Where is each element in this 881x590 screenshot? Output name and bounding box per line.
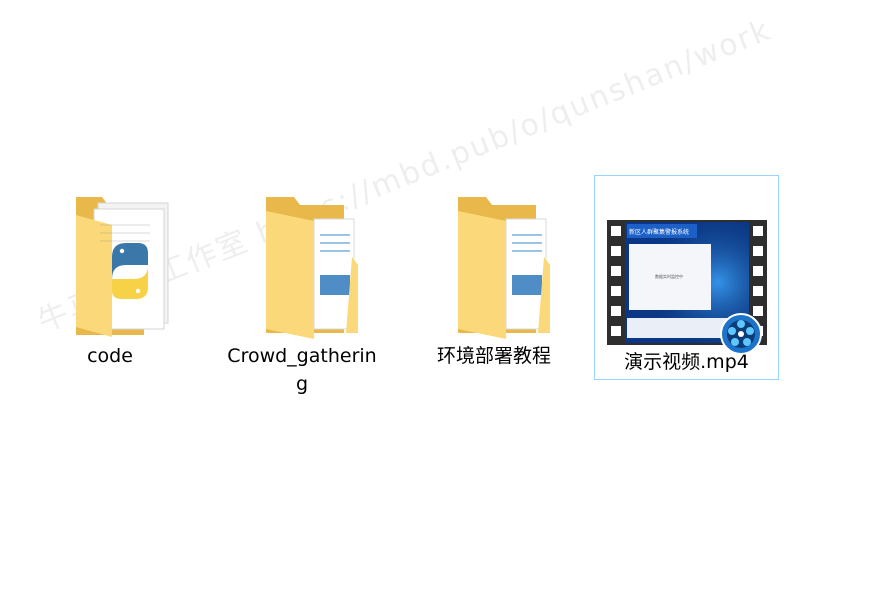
desktop: 牛马视觉工作室 https://mbd.pub/o/qunshan/work c… xyxy=(0,0,881,590)
file-item-code[interactable]: code xyxy=(20,175,200,370)
file-label: code xyxy=(87,345,133,367)
file-item-env-deploy-tutorial[interactable]: 环境部署教程 xyxy=(404,175,584,370)
file-label: Crowd_gathering xyxy=(227,345,377,395)
video-player-badge-icon xyxy=(719,313,762,355)
file-label: 环境部署教程 xyxy=(436,345,551,367)
thumbnail-body: 数据实时监控中 xyxy=(655,273,683,279)
python-folder-icon xyxy=(40,175,180,340)
file-item-crowd-gathering[interactable]: Crowd_gathering xyxy=(212,175,392,398)
file-item-demo-video[interactable]: 新区人群聚集警报系统 数据实时监控中 演示视频.mp4 xyxy=(594,175,779,380)
document-folder-icon xyxy=(232,175,372,340)
thumbnail-title: 新区人群聚集警报系统 xyxy=(629,228,689,236)
document-folder-icon xyxy=(424,175,564,340)
video-thumbnail-icon: 新区人群聚集警报系统 数据实时监控中 xyxy=(606,220,767,360)
